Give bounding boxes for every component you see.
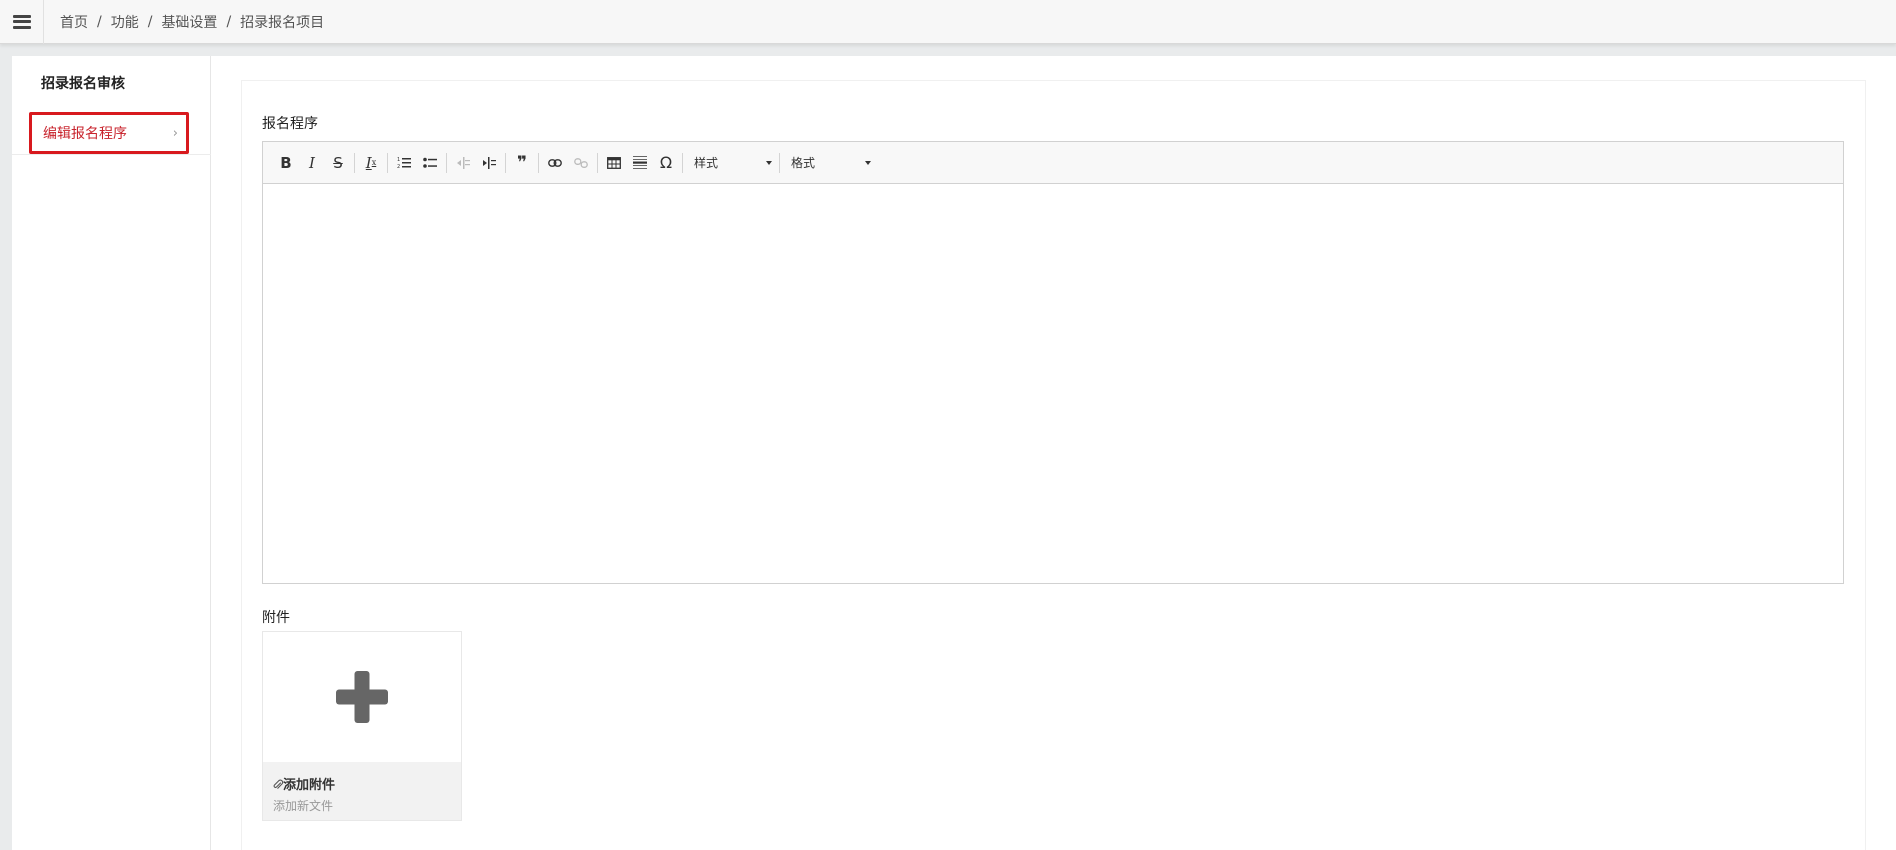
breadcrumb-basic-settings[interactable]: 基础设置 xyxy=(161,12,217,32)
bold-button[interactable]: B xyxy=(273,150,299,176)
breadcrumb-home[interactable]: 首页 xyxy=(60,12,88,32)
svg-text:2: 2 xyxy=(397,164,400,169)
toolbar-separator xyxy=(505,152,506,173)
special-character-button[interactable]: Ω xyxy=(653,150,679,176)
table-button[interactable] xyxy=(601,150,627,176)
editor-content-area[interactable] xyxy=(263,184,1843,583)
breadcrumb: 首页 / 功能 / 基础设置 / 招录报名项目 xyxy=(60,12,324,32)
link-button[interactable] xyxy=(542,150,568,176)
attachment-footer: 添加附件 添加新文件 xyxy=(263,762,461,820)
form-card: 报名程序 B I S Ix 1 2 ❞ Ω 样式 格式 附件 添加附件 添加新文… xyxy=(241,80,1866,850)
quote-icon: ❞ xyxy=(517,152,527,173)
style-dropdown-label: 样式 xyxy=(694,156,719,170)
remove-format-subscript: x xyxy=(371,158,377,167)
breadcrumb-current: 招录报名项目 xyxy=(240,14,325,31)
strikethrough-button[interactable]: S xyxy=(325,150,351,176)
sidebar-divider xyxy=(12,154,211,155)
bulleted-list-icon xyxy=(423,157,437,168)
outdent-button[interactable] xyxy=(450,150,476,176)
toolbar-separator xyxy=(446,152,447,173)
outdent-icon xyxy=(457,156,470,169)
unlink-button[interactable] xyxy=(568,150,594,176)
toolbar-separator xyxy=(354,152,355,173)
unlink-icon xyxy=(574,157,588,168)
toolbar-separator xyxy=(387,152,388,173)
attachment-title: 添加附件 xyxy=(273,774,451,793)
breadcrumb-separator: / xyxy=(226,13,232,30)
caret-down-icon xyxy=(865,160,871,165)
blockquote-button[interactable]: ❞ xyxy=(509,150,535,176)
link-icon xyxy=(548,158,562,167)
menu-toggle-button[interactable] xyxy=(0,0,44,44)
indent-button[interactable] xyxy=(476,150,502,176)
editor-toolbar: B I S Ix 1 2 ❞ Ω 样式 格式 xyxy=(263,142,1843,184)
top-bar: 首页 / 功能 / 基础设置 / 招录报名项目 xyxy=(0,0,1896,44)
toolbar-separator xyxy=(538,152,539,173)
sidebar-item-label: 招录报名审核 xyxy=(41,76,125,92)
bulleted-list-button[interactable] xyxy=(417,150,443,176)
toolbar-separator xyxy=(779,152,780,173)
program-label: 报名程序 xyxy=(262,116,318,132)
caret-down-icon xyxy=(766,160,772,165)
sidebar-item-review[interactable]: 招录报名审核 xyxy=(29,62,189,104)
attachment-title-text: 添加附件 xyxy=(283,778,336,793)
rich-text-editor: B I S Ix 1 2 ❞ Ω 样式 格式 xyxy=(262,141,1844,584)
numbered-list-icon: 1 2 xyxy=(397,157,411,169)
attachment-subtitle: 添加新文件 xyxy=(273,799,334,813)
chevron-right-icon: › xyxy=(172,126,178,141)
format-dropdown[interactable]: 格式 xyxy=(783,150,875,176)
attachment-label: 附件 xyxy=(262,610,290,626)
sidebar: 招录报名审核 编辑报名程序 › xyxy=(12,56,211,850)
sidebar-item-edit-program[interactable]: 编辑报名程序 › xyxy=(29,112,189,154)
breadcrumb-separator: / xyxy=(147,13,153,30)
main-panel: 报名程序 B I S Ix 1 2 ❞ Ω 样式 格式 附件 添加附件 添加新文… xyxy=(211,56,1896,850)
breadcrumb-function[interactable]: 功能 xyxy=(111,12,139,32)
add-attachment-tile[interactable]: 添加附件 添加新文件 xyxy=(262,631,462,821)
table-icon xyxy=(607,156,621,169)
italic-button[interactable]: I xyxy=(299,150,325,176)
remove-format-button[interactable]: Ix xyxy=(358,150,384,176)
format-dropdown-label: 格式 xyxy=(791,156,816,170)
content-frame: 招录报名审核 编辑报名程序 › 报名程序 B I S Ix 1 2 ❞ Ω 样式… xyxy=(12,56,1896,850)
plus-icon xyxy=(336,671,388,723)
indent-icon xyxy=(483,156,496,169)
paperclip-icon xyxy=(273,779,284,789)
omega-icon: Ω xyxy=(659,153,673,172)
attachment-preview xyxy=(263,632,461,762)
hamburger-icon xyxy=(12,14,31,29)
horizontal-rule-button[interactable] xyxy=(627,150,653,176)
toolbar-separator xyxy=(682,152,683,173)
horizontal-rule-icon xyxy=(633,156,647,169)
toolbar-separator xyxy=(597,152,598,173)
sidebar-item-label: 编辑报名程序 xyxy=(43,126,127,142)
svg-text:1: 1 xyxy=(397,157,400,163)
numbered-list-button[interactable]: 1 2 xyxy=(391,150,417,176)
style-dropdown[interactable]: 样式 xyxy=(686,150,776,176)
breadcrumb-separator: / xyxy=(97,13,102,30)
